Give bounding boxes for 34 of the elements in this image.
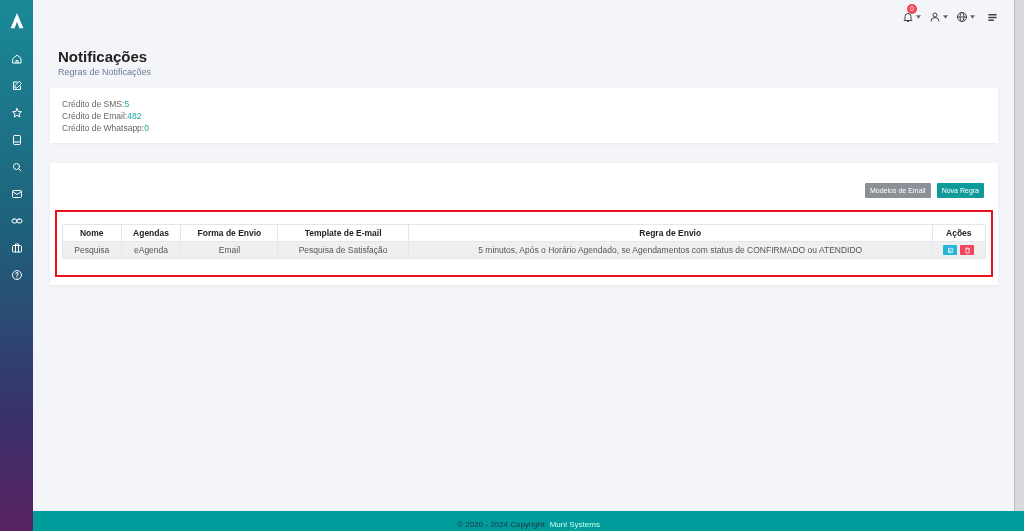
caret-icon[interactable] (943, 15, 948, 19)
mail-icon[interactable] (10, 188, 23, 200)
help-icon[interactable] (10, 269, 23, 281)
column-header: Ações (932, 224, 986, 242)
page-title: Notificações (58, 48, 149, 65)
caret-icon[interactable] (970, 15, 975, 19)
trash-icon (963, 246, 971, 254)
edit-icon (946, 246, 954, 254)
book-icon[interactable] (10, 134, 23, 146)
star-icon[interactable] (10, 107, 23, 119)
scrollbar[interactable] (1014, 0, 1024, 511)
briefcase-icon[interactable] (10, 242, 23, 254)
menu-icon[interactable] (987, 11, 998, 23)
column-header: Template de E-mail (277, 224, 409, 242)
company-link[interactable]: Muni Systems (549, 520, 600, 529)
logo-icon[interactable] (8, 12, 25, 30)
delete-button[interactable] (960, 245, 975, 255)
credit-line: Crédito de Email:482 (62, 111, 143, 121)
credit-line: Crédito de SMS:5 (62, 99, 131, 109)
search-icon[interactable] (10, 161, 23, 173)
credit-line: Crédito de Whatsapp:0 (62, 123, 150, 133)
globe-icon[interactable] (956, 11, 968, 23)
column-header: Regra de Envio (408, 224, 933, 242)
page-subtitle: Regras de Notificações (58, 67, 153, 77)
column-header: Agendas (121, 224, 181, 242)
edit-icon[interactable] (10, 80, 23, 92)
copyright-text: © 2020 - 2024 Copyright: (457, 520, 547, 529)
caret-icon[interactable] (916, 15, 921, 19)
home-icon[interactable] (10, 53, 23, 65)
column-header: Nome (62, 224, 122, 242)
column-header: Forma de Envio (180, 224, 278, 242)
bell-icon[interactable] (902, 11, 914, 23)
user-icon[interactable] (929, 11, 941, 23)
link-icon[interactable] (10, 215, 23, 227)
